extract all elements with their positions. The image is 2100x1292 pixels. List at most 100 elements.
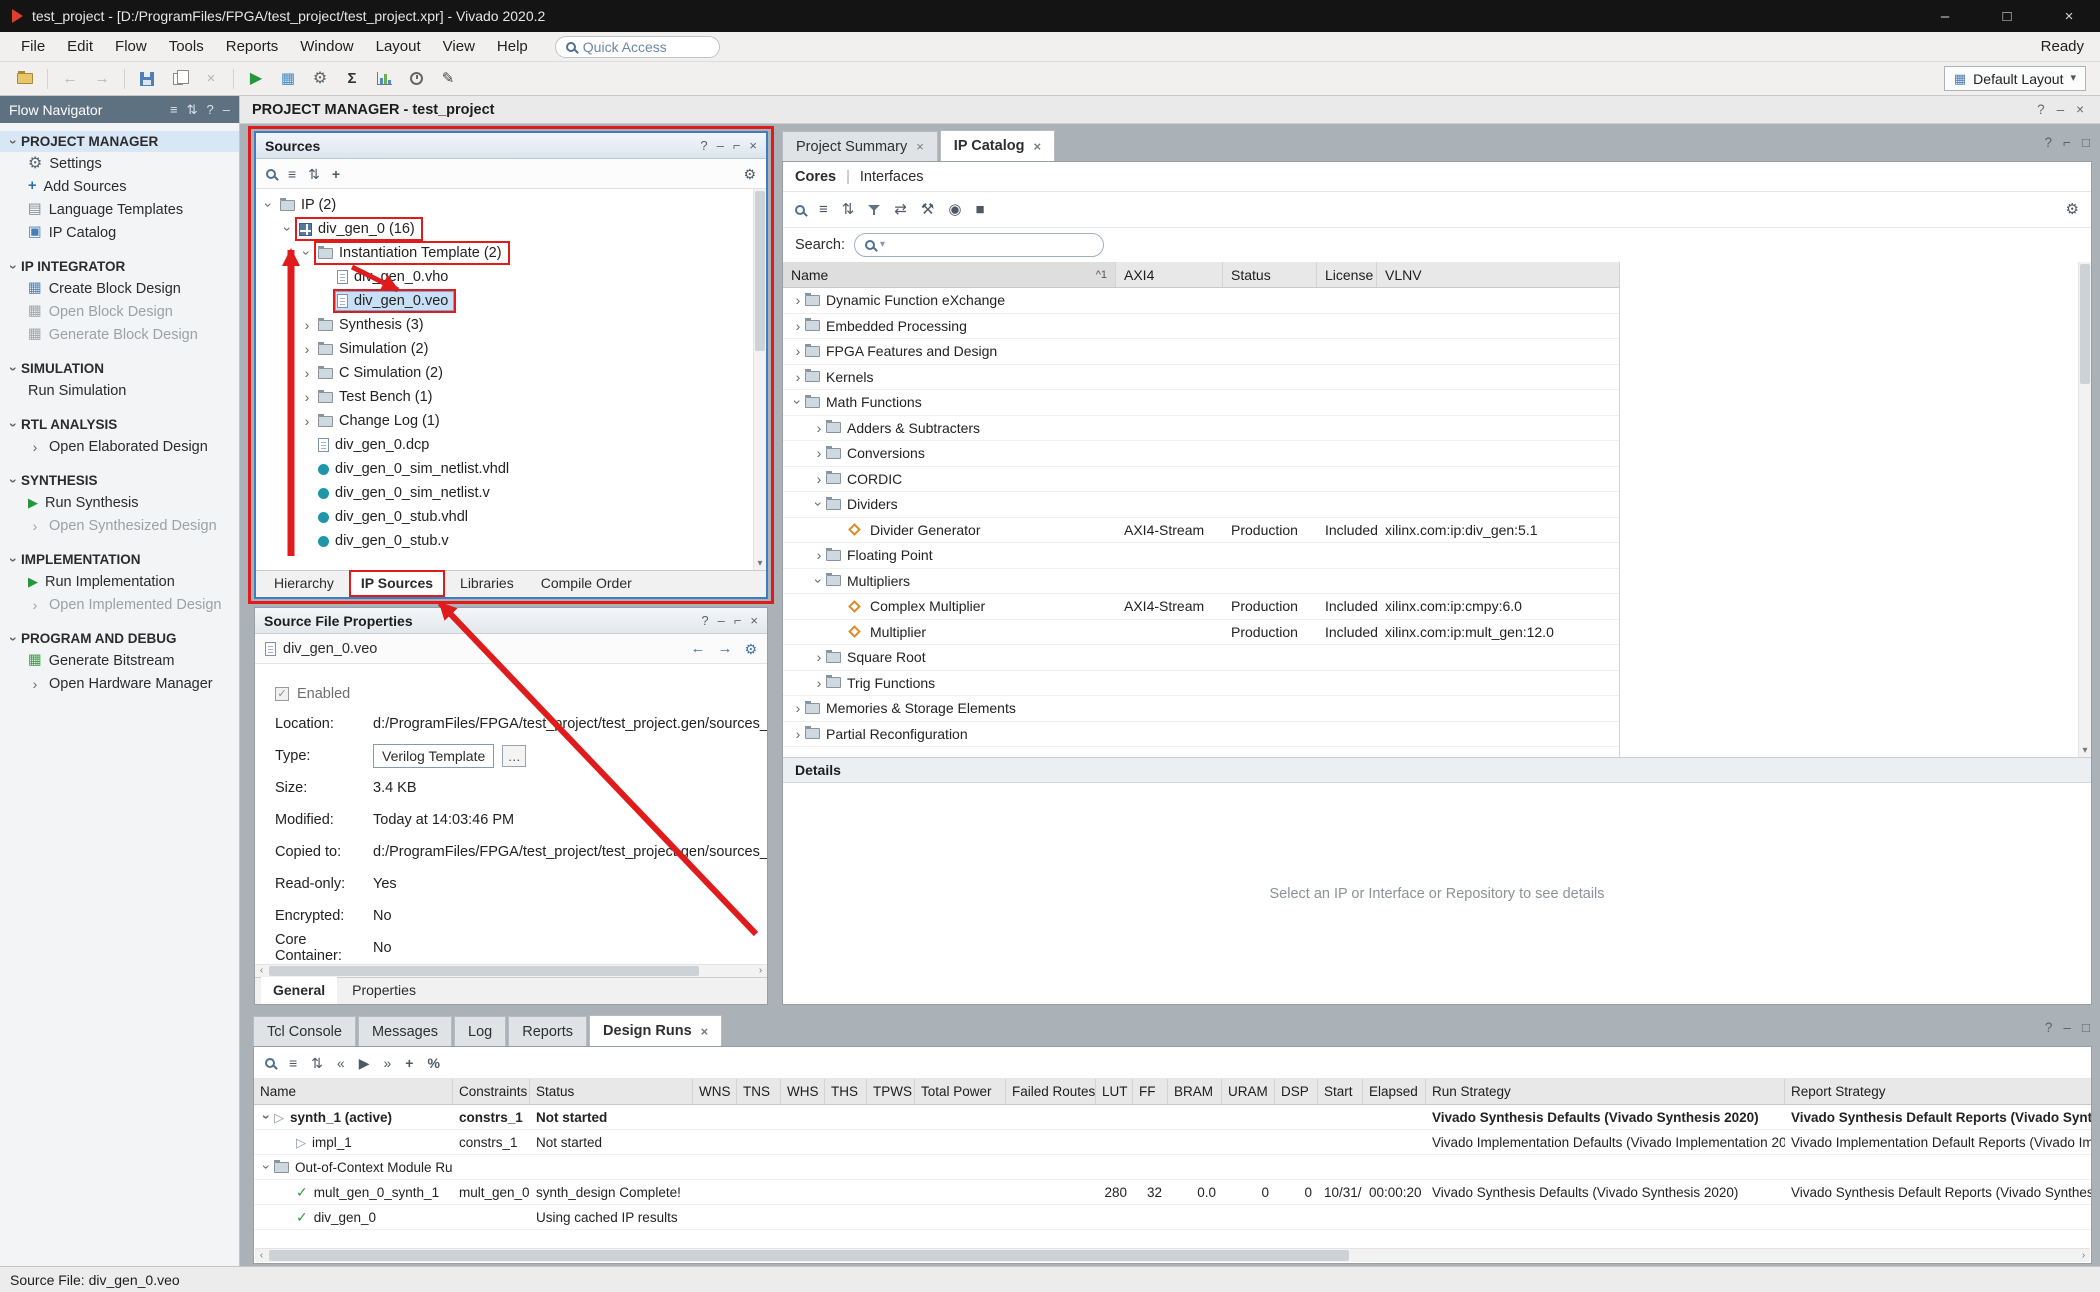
catalog-row[interactable]: Complex MultiplierAXI4-StreamProductionI…: [783, 594, 1619, 620]
runs-column-name[interactable]: Name: [254, 1079, 453, 1104]
scrollbar-thumb[interactable]: [755, 191, 765, 351]
tab-properties[interactable]: Properties: [340, 977, 428, 1004]
menu-edit[interactable]: Edit: [56, 35, 104, 58]
flow-item-settings[interactable]: ⚙Settings: [0, 152, 239, 175]
search-icon[interactable]: [265, 1058, 275, 1068]
chevron-down-icon[interactable]: ›: [260, 1160, 274, 1174]
float-icon[interactable]: ⌐: [734, 614, 742, 627]
menu-window[interactable]: Window: [289, 35, 364, 58]
chevron-right-icon[interactable]: ›: [300, 342, 314, 356]
tab-project-summary[interactable]: Project Summary×: [782, 131, 938, 161]
scroll-right-icon[interactable]: ›: [2077, 1249, 2090, 1262]
catalog-row[interactable]: ›Trig Functions: [783, 671, 1619, 697]
flow-item-run-implementation[interactable]: ▶Run Implementation: [0, 570, 239, 593]
float-icon[interactable]: ⌐: [2063, 136, 2071, 150]
maximize-icon[interactable]: □: [2082, 136, 2090, 150]
chevron-down-icon[interactable]: ›: [791, 395, 805, 409]
collapse-all-icon[interactable]: ≡: [288, 167, 296, 181]
catalog-row[interactable]: ›FPGA Features and Design: [783, 339, 1619, 365]
sources-tree-item[interactable]: div_gen_0_stub.vhdl: [256, 505, 766, 529]
catalog-scrollbar[interactable]: ▾: [2078, 262, 2091, 757]
runs-column-uram[interactable]: URAM: [1222, 1079, 1275, 1104]
runs-column-wns[interactable]: WNS: [693, 1079, 737, 1104]
catalog-row[interactable]: ›Kernels: [783, 365, 1619, 391]
chevron-right-icon[interactable]: ›: [791, 727, 805, 741]
tab-libraries[interactable]: Libraries: [448, 570, 526, 597]
runs-column-whs[interactable]: WHS: [781, 1079, 825, 1104]
runs-column-report-strategy[interactable]: Report Strategy: [1785, 1079, 2091, 1104]
sources-tree-item[interactable]: div_gen_0.veo: [256, 289, 766, 313]
runs-row-mult-gen-0-synth-1[interactable]: ✓mult_gen_0_synth_1mult_gen_0synth_desig…: [254, 1180, 2091, 1205]
close-button[interactable]: ×: [2038, 0, 2100, 32]
flow-section-rtl-analysis[interactable]: ›RTL ANALYSIS: [0, 414, 239, 435]
report-button[interactable]: Σ: [337, 65, 367, 92]
chevron-right-icon[interactable]: ›: [812, 676, 826, 690]
chevron-right-icon[interactable]: ›: [300, 318, 314, 332]
tab-tcl-console[interactable]: Tcl Console: [253, 1016, 356, 1046]
gear-icon[interactable]: ⚙: [2066, 202, 2079, 217]
chevron-down-icon[interactable]: ›: [300, 246, 314, 260]
scroll-right-icon[interactable]: ›: [754, 965, 767, 977]
expand-all-icon[interactable]: ⇅: [308, 167, 320, 181]
flow-item-open-hardware-manager[interactable]: ›Open Hardware Manager: [0, 672, 239, 695]
chevron-right-icon[interactable]: ›: [791, 293, 805, 307]
scroll-down-icon[interactable]: ▾: [2079, 746, 2091, 756]
runs-column-start[interactable]: Start: [1318, 1079, 1363, 1104]
flow-item-ip-catalog[interactable]: ▣IP Catalog: [0, 221, 239, 244]
chevron-right-icon[interactable]: ›: [812, 421, 826, 435]
sources-tree-item[interactable]: div_gen_0.vho: [256, 265, 766, 289]
runs-column-constraints[interactable]: Constraints: [453, 1079, 530, 1104]
undo-button[interactable]: ←: [55, 65, 85, 92]
square-icon[interactable]: ■: [975, 202, 984, 217]
back-icon[interactable]: ←: [690, 641, 705, 656]
flow-item-generate-block-design[interactable]: ▦Generate Block Design: [0, 323, 239, 346]
catalog-row[interactable]: ›Square Root: [783, 645, 1619, 671]
scrollbar-thumb[interactable]: [269, 966, 699, 976]
runs-column-run-strategy[interactable]: Run Strategy: [1426, 1079, 1785, 1104]
sources-tree-item[interactable]: ›Instantiation Template (2): [256, 241, 766, 265]
minimize-icon[interactable]: –: [223, 103, 230, 116]
sources-scrollbar[interactable]: ▾: [753, 189, 766, 570]
runs-column-elapsed[interactable]: Elapsed: [1363, 1079, 1426, 1104]
flow-item-open-elaborated-design[interactable]: ›Open Elaborated Design: [0, 435, 239, 458]
sources-tree-item[interactable]: ›Change Log (1): [256, 409, 766, 433]
wrench-icon[interactable]: ⚒: [921, 202, 934, 217]
runs-row-out-of-context-module-runs[interactable]: ›Out-of-Context Module Runs: [254, 1155, 2091, 1180]
scroll-left-icon[interactable]: ‹: [255, 965, 268, 977]
flow-section-project-manager[interactable]: ›PROJECT MANAGER: [0, 131, 239, 152]
scroll-down-icon[interactable]: ▾: [754, 559, 766, 569]
flow-section-program-and-debug[interactable]: ›PROGRAM AND DEBUG: [0, 628, 239, 649]
catalog-row[interactable]: ›Memories & Storage Elements: [783, 696, 1619, 722]
minimize-button[interactable]: –: [1914, 0, 1976, 32]
quick-access-search[interactable]: Quick Access: [555, 36, 720, 58]
close-icon[interactable]: ×: [2076, 103, 2084, 117]
tab-interfaces[interactable]: Interfaces: [860, 169, 924, 185]
chevron-down-icon[interactable]: ›: [260, 1110, 274, 1124]
chevron-right-icon[interactable]: ›: [791, 701, 805, 715]
help-icon[interactable]: ?: [700, 139, 707, 152]
redo-button[interactable]: →: [87, 65, 117, 92]
runs-column-dsp[interactable]: DSP: [1275, 1079, 1318, 1104]
properties-hscrollbar[interactable]: ‹ ›: [255, 964, 767, 977]
skip-to-end-icon[interactable]: »: [383, 1056, 391, 1070]
filter-icon[interactable]: [868, 204, 880, 216]
runs-row-impl-1[interactable]: ▷impl_1constrs_1Not startedVivado Implem…: [254, 1130, 2091, 1155]
catalog-row[interactable]: MultiplierProductionIncludedxilinx.com:i…: [783, 620, 1619, 646]
catalog-column-license[interactable]: License: [1317, 262, 1377, 287]
tab-compile-order[interactable]: Compile Order: [529, 570, 644, 597]
catalog-row[interactable]: ›Conversions: [783, 441, 1619, 467]
chevron-right-icon[interactable]: ›: [300, 366, 314, 380]
flow-item-run-simulation[interactable]: Run Simulation: [0, 379, 239, 402]
minimize-icon[interactable]: –: [718, 614, 725, 627]
collapse-all-icon[interactable]: ≡: [170, 103, 178, 116]
search-icon[interactable]: [266, 169, 276, 179]
flow-section-synthesis[interactable]: ›SYNTHESIS: [0, 470, 239, 491]
chevron-right-icon[interactable]: ›: [300, 414, 314, 428]
swap-icon[interactable]: ⇄: [894, 202, 907, 217]
layout-selector[interactable]: ▦ Default Layout ▾: [1944, 66, 2086, 91]
menu-help[interactable]: Help: [486, 35, 539, 58]
tab-hierarchy[interactable]: Hierarchy: [262, 570, 346, 597]
catalog-column-name[interactable]: Name^1: [783, 262, 1116, 287]
edit-button[interactable]: ✎: [433, 65, 463, 92]
runs-column-bram[interactable]: BRAM: [1168, 1079, 1222, 1104]
